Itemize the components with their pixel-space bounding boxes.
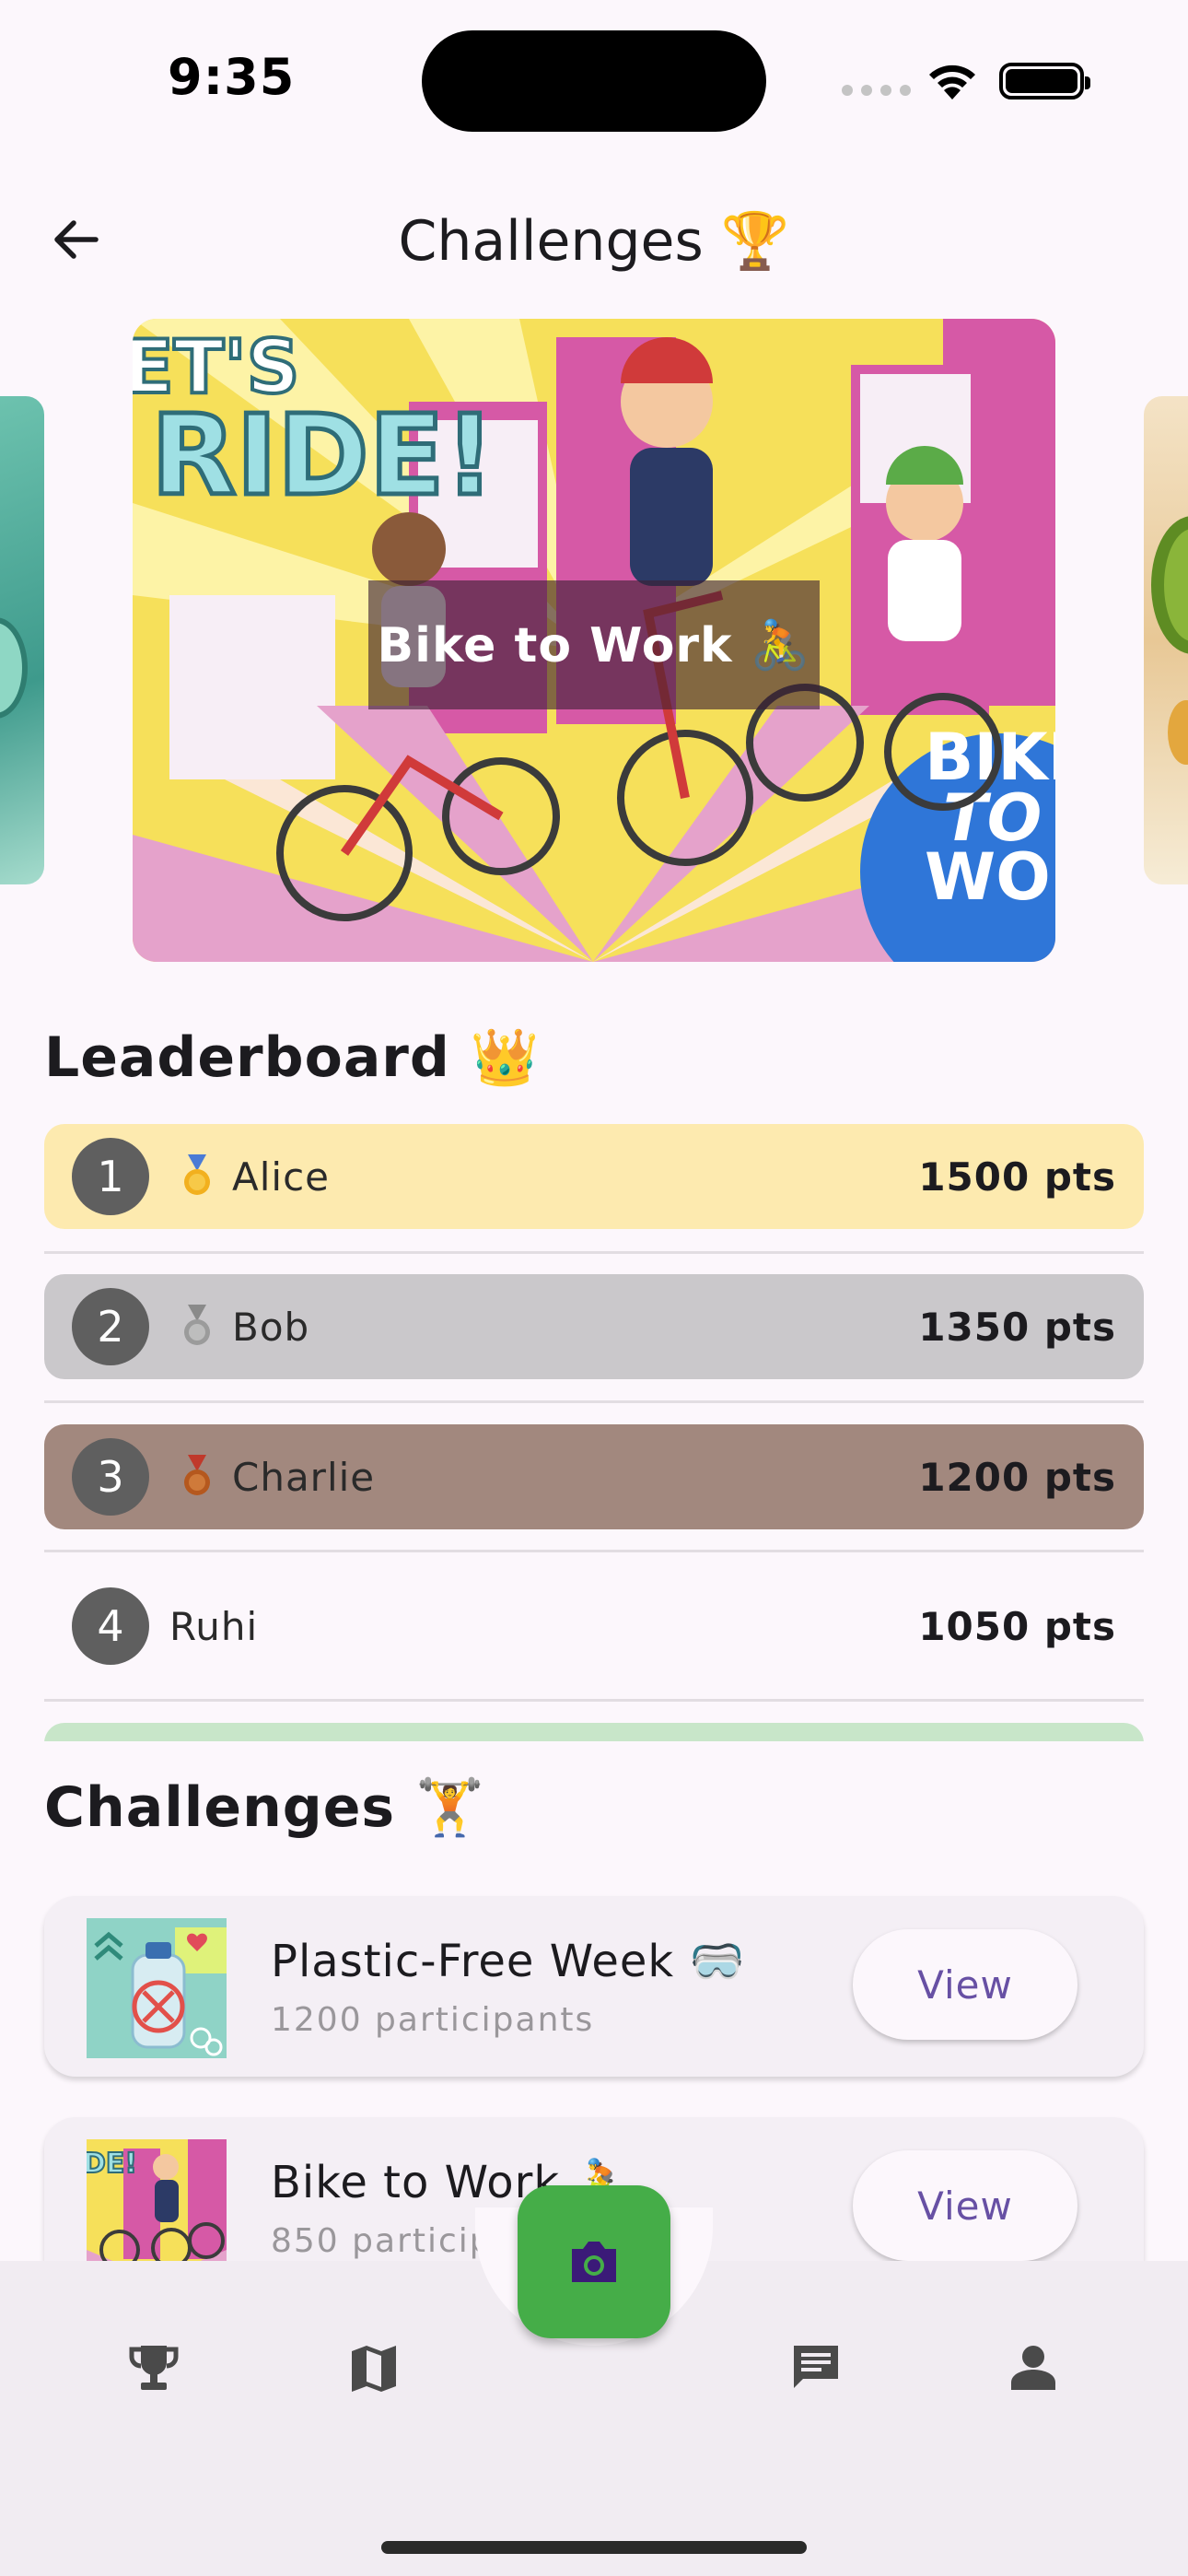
player-points: 1350 pts: [918, 1304, 1116, 1350]
gold-medal-icon: [184, 1154, 210, 1195]
leaderboard-list[interactable]: 1 Alice 1500 pts 2 Bob 1350 pts 3 Charli…: [44, 1124, 1144, 1741]
leaderboard-row[interactable]: 2 Bob 1350 pts: [44, 1274, 1144, 1379]
divider: [44, 1251, 1144, 1254]
view-challenge-button[interactable]: View: [853, 2150, 1077, 2261]
challenge-card[interactable]: Plastic-Free Week 🥽 1200 participants Vi…: [44, 1896, 1144, 2077]
svg-text:DE!: DE!: [87, 2148, 137, 2180]
player-points: 1200 pts: [918, 1454, 1116, 1500]
status-bar: 9:35: [0, 0, 1188, 157]
trophy-icon: [129, 2346, 179, 2390]
leaderboard-title: Leaderboard 👑: [44, 1025, 541, 1090]
svg-text:RIDE!: RIDE!: [151, 392, 495, 521]
svg-text:WOR: WOR: [925, 839, 1055, 915]
divider: [44, 1400, 1144, 1403]
carousel-caption: Bike to Work 🚴: [368, 580, 820, 709]
app-bar: Challenges 🏆: [0, 157, 1188, 313]
rank-badge: 1: [72, 1138, 149, 1215]
silver-medal-icon: [184, 1305, 210, 1345]
rank-badge: 4: [72, 1587, 149, 1665]
challenge-carousel[interactable]: ET'S RIDE! BIKE TO WOR: [0, 313, 1188, 964]
leaderboard-row[interactable]: 1 Alice 1500 pts: [44, 1124, 1144, 1229]
view-challenge-button[interactable]: View: [853, 1929, 1077, 2040]
challenge-participants: 1200 participants: [271, 2001, 595, 2039]
challenge-title: Plastic-Free Week 🥽: [271, 1936, 746, 1987]
map-icon: [352, 2346, 396, 2392]
camera-fab-button[interactable]: [518, 2185, 670, 2338]
nav-chat[interactable]: [779, 2331, 853, 2405]
battery-icon: [999, 63, 1090, 100]
bike-to-work-thumbnail: DE!: [87, 2139, 227, 2279]
player-points: 1500 pts: [918, 1153, 1116, 1200]
bronze-medal-icon: [184, 1455, 210, 1495]
player-name: Charlie: [232, 1454, 376, 1500]
challenges-title: Challenges 🏋️: [44, 1775, 485, 1840]
player-name: Alice: [232, 1153, 331, 1200]
home-indicator: [381, 2541, 807, 2554]
carousel-slide-next[interactable]: [1144, 396, 1188, 884]
player-name: Bob: [232, 1304, 310, 1350]
camera-icon: [572, 2242, 616, 2282]
divider: [44, 1699, 1144, 1702]
rank-badge: 2: [72, 1288, 149, 1365]
rank-badge: 3: [72, 1438, 149, 1516]
carousel-caption-text: Bike to Work 🚴: [377, 617, 811, 673]
divider: [44, 1550, 1144, 1552]
cellular-signal-icon: [842, 85, 911, 96]
nav-map[interactable]: [337, 2331, 411, 2405]
player-points: 1050 pts: [918, 1603, 1116, 1649]
carousel-slide-current[interactable]: ET'S RIDE! BIKE TO WOR: [133, 319, 1055, 962]
person-icon: [1011, 2346, 1055, 2390]
dynamic-island: [422, 30, 766, 132]
page-title: Challenges 🏆: [398, 209, 790, 274]
leaderboard-row[interactable]: 4 Ruhi 1050 pts: [44, 1574, 1144, 1679]
chat-icon: [794, 2346, 838, 2388]
leaderboard-row-partial[interactable]: [44, 1723, 1144, 1741]
wifi-icon: [929, 64, 975, 100]
nav-profile[interactable]: [996, 2331, 1070, 2405]
status-time: 9:35: [168, 48, 296, 106]
plastic-free-thumbnail: [87, 1918, 227, 2058]
player-name: Ruhi: [169, 1603, 259, 1649]
leaderboard-row[interactable]: 3 Charlie 1200 pts: [44, 1424, 1144, 1529]
carousel-slide-previous[interactable]: [0, 396, 44, 884]
nav-challenges[interactable]: [117, 2331, 191, 2405]
